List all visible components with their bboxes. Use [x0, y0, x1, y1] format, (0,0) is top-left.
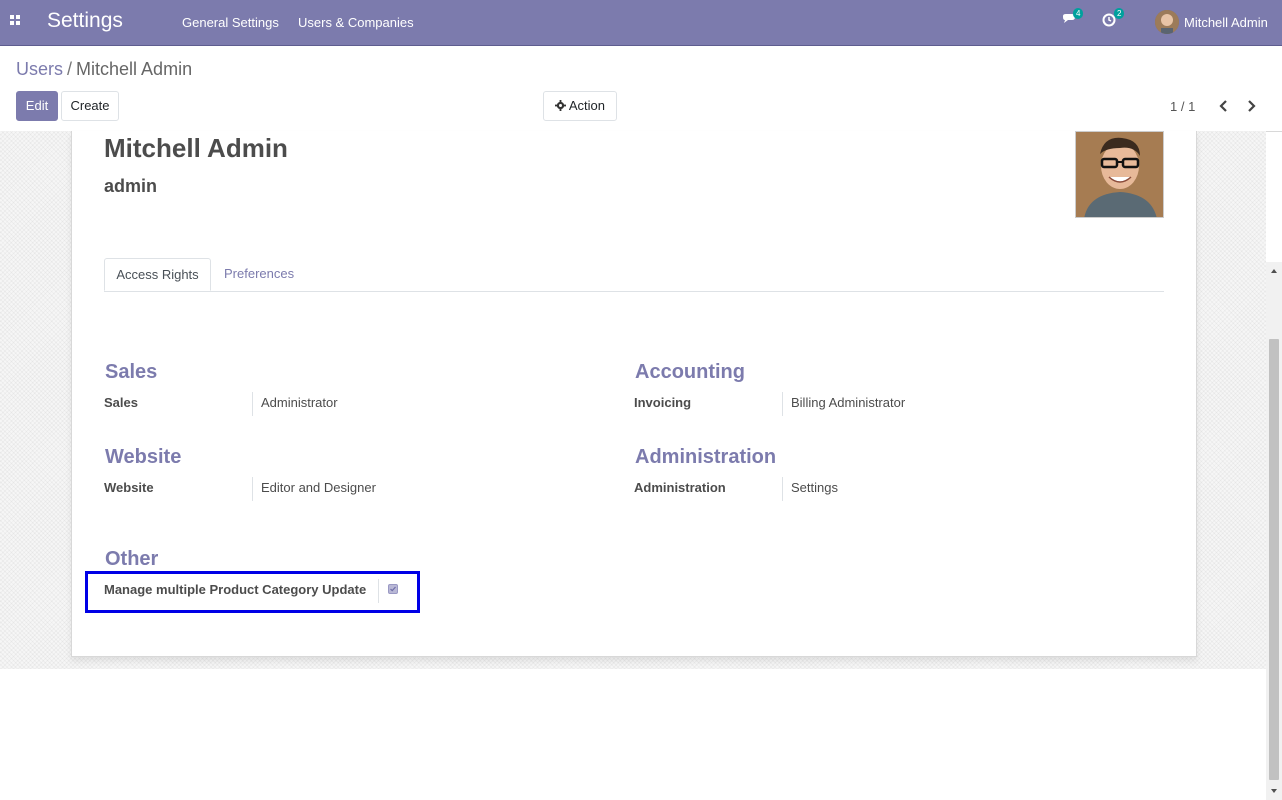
breadcrumb-separator: / — [67, 59, 73, 79]
scroll-down-icon[interactable] — [1270, 787, 1278, 795]
activities-badge: 2 — [1114, 8, 1125, 19]
user-avatar[interactable] — [1155, 10, 1179, 34]
user-login: admin — [104, 176, 158, 196]
gear-icon — [554, 100, 566, 111]
field-label-invoicing: Invoicing — [634, 395, 692, 410]
top-navbar: Settings General Settings Users & Compan… — [0, 0, 1282, 46]
messages-badge: 4 — [1073, 8, 1084, 19]
menu-general-settings[interactable]: General Settings — [182, 15, 279, 30]
field-label-administration: Administration — [634, 480, 726, 495]
breadcrumb-users-link[interactable]: Users — [16, 59, 63, 79]
create-button[interactable]: Create — [61, 91, 119, 121]
user-name-title: Mitchell Admin — [104, 133, 288, 163]
tab-preferences[interactable]: Preferences — [224, 258, 294, 291]
user-menu-name[interactable]: Mitchell Admin — [1184, 15, 1268, 30]
field-value-website[interactable]: Editor and Designer — [261, 480, 376, 495]
control-panel: Users / Mitchell Admin Edit Create Action … — [0, 46, 1282, 132]
tab-access-rights[interactable]: Access Rights — [104, 258, 211, 291]
pager-previous-button[interactable] — [1218, 98, 1230, 114]
activities-button[interactable]: 2 — [1102, 8, 1125, 31]
scroll-up-icon[interactable] — [1270, 267, 1278, 275]
group-title-sales: Sales — [105, 361, 158, 383]
group-title-accounting: Accounting — [635, 361, 745, 383]
action-button[interactable]: Action — [543, 91, 617, 121]
scrollbar-thumb[interactable] — [1269, 339, 1279, 780]
field-label-sales: Sales — [104, 395, 138, 410]
action-button-label: Action — [568, 98, 606, 113]
field-divider — [782, 477, 783, 501]
group-title-other: Other — [105, 548, 159, 570]
chevron-right-icon — [1248, 100, 1256, 112]
field-value-sales[interactable]: Administrator — [261, 395, 338, 410]
group-title-administration: Administration — [635, 446, 777, 468]
vertical-scrollbar[interactable] — [1266, 262, 1282, 800]
group-title-website: Website — [105, 446, 182, 468]
field-divider — [252, 477, 253, 501]
pager-value[interactable]: 1 / 1 — [1170, 99, 1195, 114]
user-photo[interactable] — [1075, 131, 1164, 218]
pager-next-button[interactable] — [1245, 98, 1257, 114]
field-divider — [782, 392, 783, 416]
edit-button[interactable]: Edit — [16, 91, 58, 121]
highlight-annotation-box — [85, 571, 420, 613]
field-divider — [252, 392, 253, 416]
apps-menu-icon[interactable] — [10, 15, 21, 26]
notebook-tabs: Access Rights Preferences — [104, 258, 1164, 292]
field-value-administration[interactable]: Settings — [791, 480, 838, 495]
chevron-left-icon — [1219, 100, 1227, 112]
menu-users-companies[interactable]: Users & Companies — [298, 15, 414, 30]
breadcrumb: Users / Mitchell Admin — [16, 59, 192, 80]
field-value-invoicing[interactable]: Billing Administrator — [791, 395, 905, 410]
breadcrumb-current: Mitchell Admin — [76, 59, 193, 79]
messages-button[interactable]: 4 — [1061, 8, 1084, 31]
app-title[interactable]: Settings — [47, 9, 123, 33]
field-label-website: Website — [104, 480, 154, 495]
